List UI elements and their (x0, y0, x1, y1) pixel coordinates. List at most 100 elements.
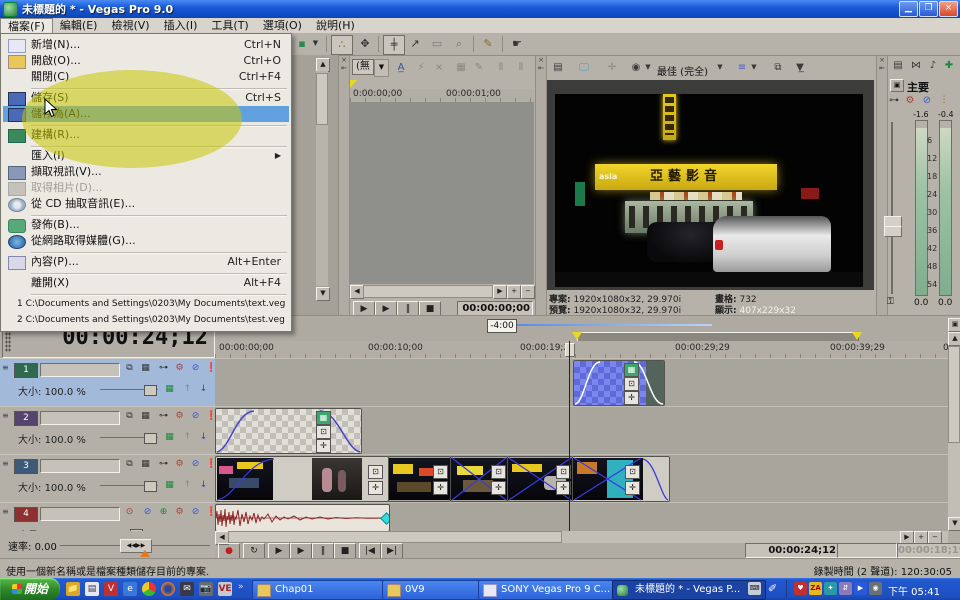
track-fx-icon[interactable]: ⚙ (172, 458, 187, 472)
copy-snapshot-icon[interactable]: ⧉ (769, 60, 787, 76)
save-snapshot-icon[interactable]: ▼̲ (791, 60, 809, 76)
track-number[interactable]: 1 (14, 363, 38, 378)
bus-fx-icon[interactable]: ⚙ (903, 93, 917, 109)
automation-settings-icon[interactable]: ⊶ (156, 458, 171, 472)
track-lane-3[interactable]: ⊡ ✛ ⊡ ✛ ⊡ ✛ (215, 454, 948, 503)
marker-label[interactable]: -4:00 (487, 319, 517, 333)
track-lane-4[interactable] (215, 502, 948, 533)
solo-icon[interactable]: ❗ (204, 410, 219, 424)
track-param-value[interactable]: 100.0 % (45, 387, 86, 398)
layers-icon[interactable]: ▦ (138, 362, 153, 376)
track-lane-1[interactable]: ▦ ⊡ ✛ (215, 358, 948, 407)
envelope-edit-tool-icon[interactable]: ↗ (405, 35, 425, 53)
menu-insert[interactable]: 插入(I) (157, 18, 205, 33)
make-child-icon[interactable]: ↓ (196, 479, 211, 493)
scroll-down-icon[interactable]: ▼ (316, 287, 330, 301)
tray-icon-utility[interactable]: ✦ (824, 582, 837, 595)
mute-icon[interactable]: ⊘ (188, 362, 203, 376)
track-number[interactable]: 4 (14, 507, 38, 522)
layers-icon[interactable]: ▦ (138, 410, 153, 424)
rate-reset-marker[interactable] (140, 550, 150, 557)
tray-icon-media-player[interactable]: ▶ (854, 582, 867, 595)
menu-item-open[interactable]: 開啟(O)...Ctrl+O (3, 53, 289, 69)
current-time-display[interactable]: 00:00:24;12 (745, 543, 840, 558)
track-grip[interactable]: ≡ (2, 363, 12, 401)
media-player-icon[interactable]: V (104, 582, 118, 596)
track-motion-icon[interactable]: ▦ (162, 479, 177, 493)
selection-edit-tool-icon[interactable]: ▭ (427, 35, 447, 53)
video-fx-icon[interactable]: ✛ (603, 60, 621, 76)
media-generator-dropdown-icon[interactable]: ▼ (310, 35, 321, 53)
video-frame[interactable]: 亞藝影音 asia (555, 94, 863, 287)
track-fx-icon[interactable]: ⚙ (172, 362, 187, 376)
minimize-button[interactable]: ▁ (899, 1, 918, 17)
track-grip[interactable]: ≡ (2, 411, 12, 449)
event-pan-icon[interactable]: ✛ (491, 481, 506, 495)
pan-dropdown-icon[interactable]: ⊕ (156, 506, 171, 520)
event-pan-icon[interactable]: ✛ (316, 439, 331, 453)
tray-icon-updater[interactable]: ⇵ (839, 582, 852, 595)
menu-item-exit[interactable]: 離開(X)Alt+F4 (3, 275, 289, 291)
make-parent-icon[interactable]: ↑ (180, 431, 195, 445)
remove-media-icon[interactable]: × (430, 60, 448, 76)
video-event-title[interactable]: ▦ ⊡ ✛ (215, 408, 362, 454)
event-crop-icon[interactable]: ⊡ (368, 465, 383, 479)
track-header-3[interactable]: ≡ 3 ⧉ ▦ ⊶ ⚙ ⊘ ❗ 大小: 100.0 % ▦ ↑ ↓ (0, 454, 215, 503)
trimmer-grip[interactable]: ×⇤ (339, 56, 350, 316)
record-arm-icon[interactable]: ⊙ (122, 506, 137, 520)
menu-item-recent-file-2[interactable]: 2 C:\Documents and Settings\0203\My Docu… (3, 312, 289, 328)
track-name-field[interactable] (40, 411, 120, 425)
tray-icon-volume[interactable]: ◉ (869, 582, 882, 595)
up-arrow-icon[interactable]: ▲ (948, 332, 960, 346)
make-child-icon[interactable]: ↓ (196, 383, 211, 397)
selection-length-display[interactable] (837, 543, 897, 558)
trimmer-ruler[interactable]: 0:00:00;00 00:00:01;00 (350, 89, 534, 103)
zoom-edit-tool-icon[interactable]: ⌕ (449, 35, 469, 53)
video-event-1[interactable]: ⊡ ✛ (215, 456, 389, 502)
menu-item-extract-audio-cd[interactable]: 從 CD 抽取音訊(E)... (3, 196, 289, 212)
automation-settings-icon[interactable]: ⊶ (156, 410, 171, 424)
menu-item-import[interactable]: 匯入(I)▶ (3, 148, 289, 164)
auto-ripple-icon[interactable]: ∴ (331, 35, 353, 55)
event-crop-icon[interactable]: ⊡ (316, 425, 331, 439)
chevron-down-icon[interactable]: ▼ (374, 59, 389, 77)
solo-icon[interactable]: ❗ (204, 458, 219, 472)
insert-bus-icon[interactable]: ✚ (940, 58, 958, 74)
video-event-3[interactable]: ⊡ ✛ (450, 456, 508, 502)
event-crop-icon[interactable]: ⊡ (433, 465, 448, 479)
playhead-line[interactable] (569, 341, 570, 531)
menu-file[interactable]: 檔案(F) (0, 18, 53, 34)
menu-options[interactable]: 選項(O) (256, 18, 309, 33)
eraser-tool-icon[interactable]: ✎ (478, 35, 498, 53)
track-header-4[interactable]: ≡ 4 ⊙ ⊘ ⊕ ⚙ ⊘ ❗ 音量: 0.0 dB (0, 502, 215, 533)
compositing-mode-icon[interactable]: ⧉ (122, 362, 137, 376)
timeline-h-scrollbar[interactable]: ◀ ▶ + − (215, 531, 948, 543)
event-pan-icon[interactable]: ✛ (624, 391, 639, 405)
whats-this-help-icon[interactable]: ☛ (507, 35, 527, 53)
menu-item-get-media-web[interactable]: 從網路取得媒體(G)... (3, 233, 289, 249)
mixer-properties-icon[interactable]: ▤ (889, 58, 907, 74)
menu-item-properties[interactable]: 內容(P)...Alt+Enter (3, 254, 289, 270)
timeline-ruler[interactable]: 00:00:00;00 00:00:10;00 00:00:19;29 00:0… (215, 341, 948, 359)
solo-icon[interactable]: ❗ (204, 506, 215, 520)
trimmer-scrollbar[interactable]: ◀ ▶ + − (350, 285, 534, 298)
track-header-2[interactable]: ≡ 2 ⧉ ▦ ⊶ ⚙ ⊘ ❗ 大小: 100.0 % ▦ ↑ ↓ (0, 406, 215, 455)
track-motion-icon[interactable]: ▦ (162, 431, 177, 445)
ie-icon[interactable]: e (123, 582, 137, 596)
master-bus-icon[interactable]: ▣ (890, 79, 904, 92)
track-header-1[interactable]: ≡ 1 ⧉ ▦ ⊶ ⚙ ⊘ ❗ 大小: 100.0 % ▦ ↑ ↓ (0, 358, 215, 407)
project-video-properties-icon[interactable]: ▤ (549, 60, 567, 76)
keyboard-layout-icon[interactable]: ⌨ (748, 582, 761, 595)
mute-icon[interactable]: ⊘ (920, 93, 934, 109)
level-slider-handle[interactable] (144, 385, 157, 396)
track-name-field[interactable] (40, 363, 120, 377)
menu-tools[interactable]: 工具(T) (204, 18, 255, 33)
event-pan-icon[interactable]: ✛ (433, 481, 448, 495)
normal-edit-tool-icon[interactable]: ╪ (383, 35, 405, 55)
menu-item-recent-file-1[interactable]: 1 C:\Documents and Settings\0203\My Docu… (3, 296, 289, 312)
mute-icon[interactable]: ⊘ (188, 410, 203, 424)
trimmer-display[interactable] (350, 102, 534, 284)
track-name-field[interactable] (40, 459, 120, 473)
maximize-button[interactable]: ❐ (919, 1, 938, 17)
menu-item-publish[interactable]: 發佈(B)... (3, 217, 289, 233)
